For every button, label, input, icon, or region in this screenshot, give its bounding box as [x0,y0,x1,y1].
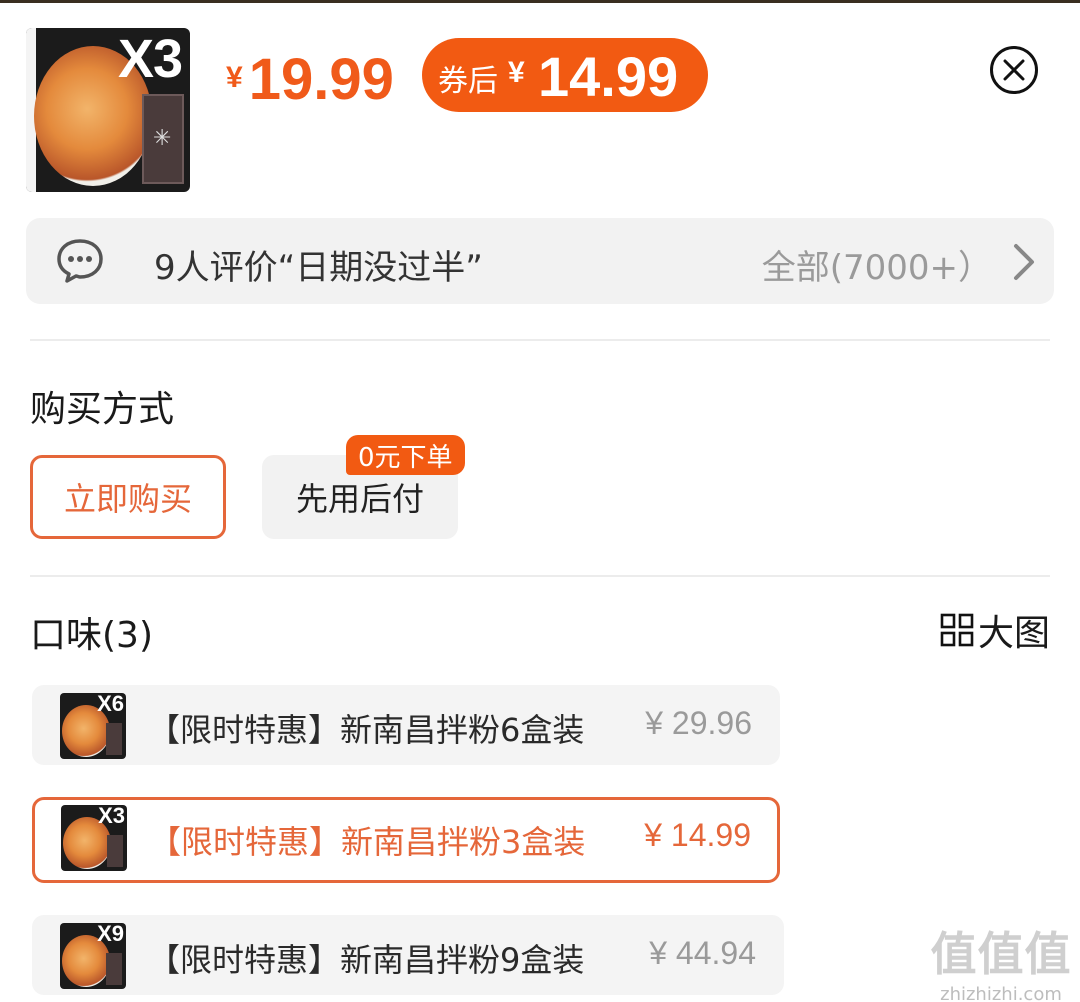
top-edge [0,0,1080,3]
product-thumbnail[interactable]: X3 [26,28,190,192]
flavor-price: ¥ 29.96 [645,705,752,741]
flavor-name: 【限时特惠】新南昌拌粉6盒装 [148,711,585,749]
price-symbol: ¥ [226,61,243,94]
package-image [106,953,122,985]
price-value: 19.99 [248,47,394,112]
chevron-right-icon [1014,244,1034,280]
grid-icon [940,613,974,647]
original-price: ¥19.99 [226,46,394,113]
package-image [142,94,184,184]
purchase-method-title: 购买方式 [30,389,175,430]
coupon-price: 14.99 [538,45,679,108]
flavor-option-3[interactable]: X3 【限时特惠】新南昌拌粉3盒装 ¥ 14.99 [32,797,780,883]
close-icon [1003,59,1025,81]
flavor-option-9[interactable]: X9 【限时特惠】新南昌拌粉9盒装 ¥ 44.94 [32,915,784,995]
big-picture-label: 大图 [977,613,1050,654]
flavor-thumbnail: X3 [61,805,127,871]
flavor-multiplier: X6 [97,693,124,716]
thumb-multiplier: X3 [117,29,183,89]
zero-down-badge: 0元下单 [346,435,465,475]
big-picture-toggle[interactable]: 大图 [940,604,1050,656]
flavor-title: 口味(3) [30,615,153,656]
coupon-price-badge: 券后 ¥ 14.99 [422,38,708,112]
buy-now-option[interactable]: 立即购买 [30,455,226,539]
flavor-price: ¥ 14.99 [644,817,751,853]
package-image [106,723,122,755]
chat-bubble-icon [57,239,103,283]
site-watermark: 值值值 zhizhizhi.com [928,918,1074,1002]
flavor-multiplier: X9 [97,923,124,946]
divider [30,339,1050,341]
watermark-url: zhizhizhi.com [940,984,1062,1002]
watermark-logo: 值值值 [930,927,1072,981]
review-summary-bar[interactable]: 9人评价“日期没过半” 全部(7000+） [26,218,1054,304]
close-button[interactable] [990,46,1038,94]
flavor-price: ¥ 44.94 [649,935,756,971]
flavor-multiplier: X3 [98,805,125,828]
coupon-label: 券后 [438,65,498,98]
flavor-thumbnail: X6 [60,693,126,759]
flavor-name: 【限时特惠】新南昌拌粉9盒装 [148,941,585,979]
all-reviews-link[interactable]: 全部(7000+） [762,240,992,289]
package-image [107,835,123,867]
review-highlight: 9人评价“日期没过半” [154,248,483,288]
coupon-symbol: ¥ [508,56,525,89]
divider [30,575,1050,577]
flavor-name: 【限时特惠】新南昌拌粉3盒装 [149,823,586,861]
flavor-option-6[interactable]: X6 【限时特惠】新南昌拌粉6盒装 ¥ 29.96 [32,685,780,765]
flavor-thumbnail: X9 [60,923,126,989]
